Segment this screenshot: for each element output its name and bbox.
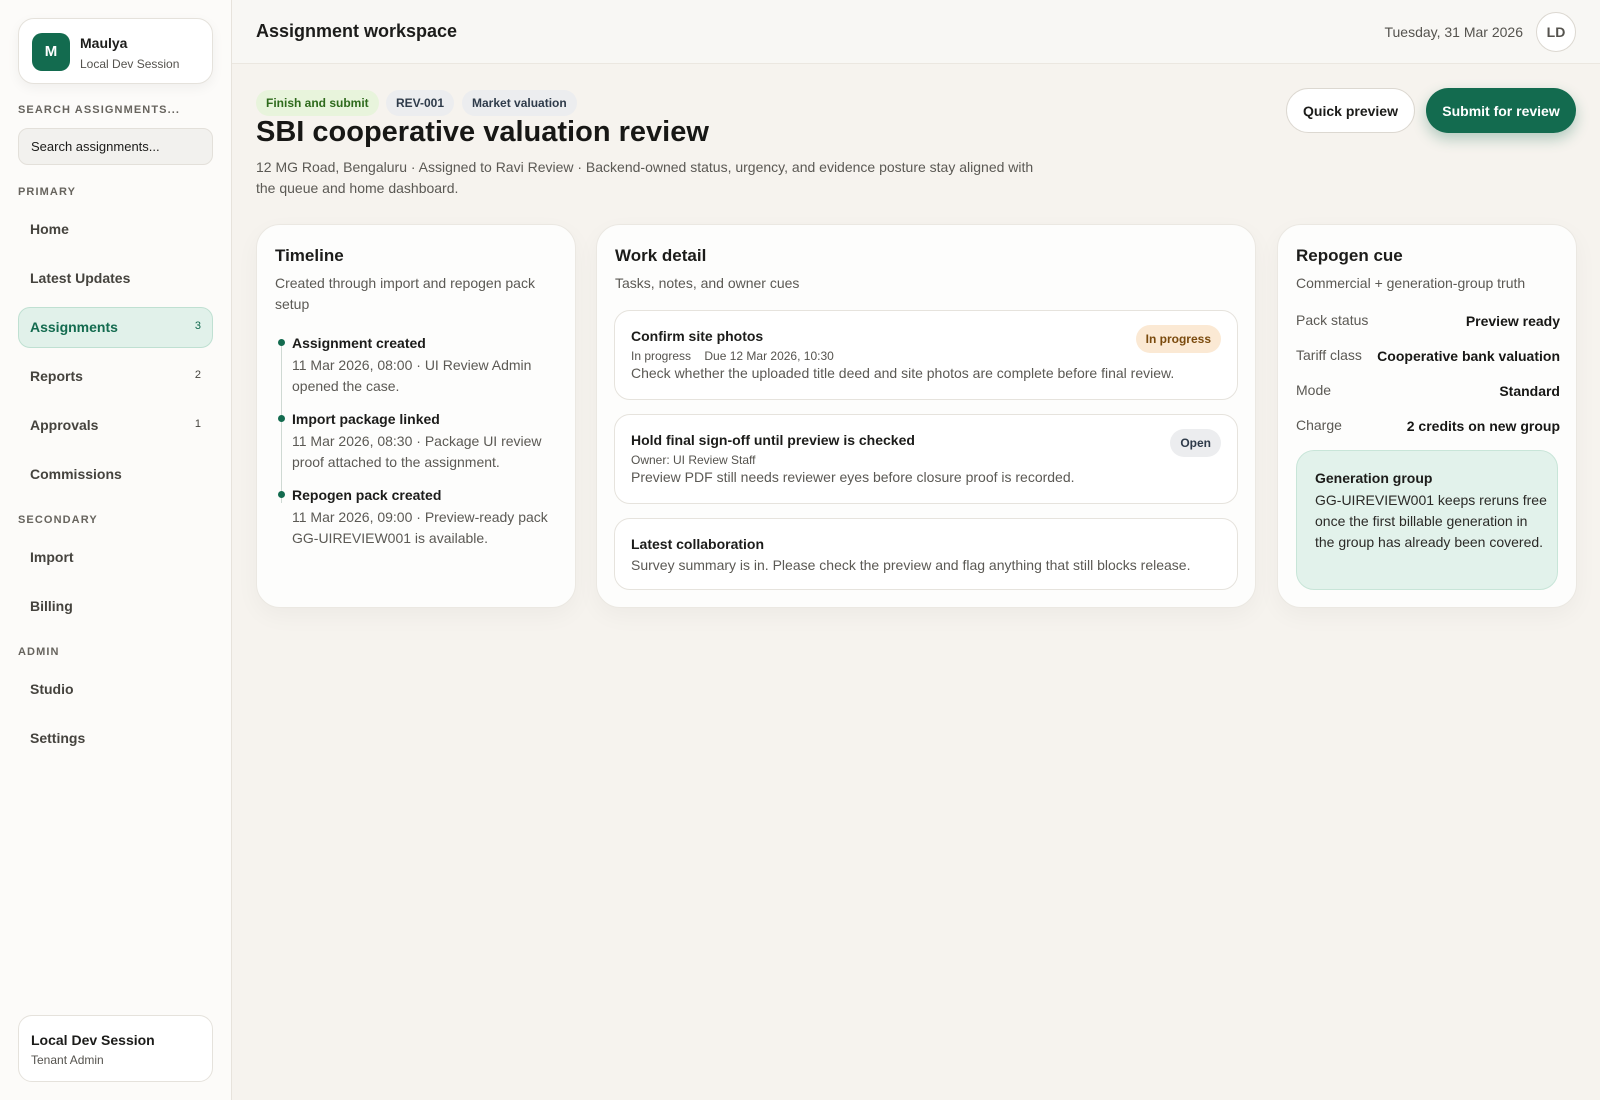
workspace-title: Assignment workspace <box>256 21 458 41</box>
sidebar-item-count: 2 <box>194 369 201 381</box>
card-subtitle: Tasks, notes, and owner cues <box>615 275 800 291</box>
sidebar-item-commissions[interactable]: Commissions <box>18 454 213 495</box>
submit-for-review-button[interactable]: Submit for review <box>1426 88 1576 133</box>
type-chip: Market valuation <box>462 90 577 116</box>
sidebar-item-home[interactable]: Home <box>18 209 213 250</box>
task-due-date: Due 12 Mar 2026, 10:30 <box>704 349 834 363</box>
task-title: Hold final sign-off until preview is che… <box>631 432 915 448</box>
mode-row: Mode Standard <box>1296 382 1560 402</box>
session-card[interactable]: Local Dev Session Tenant Admin <box>18 1015 213 1082</box>
task-title: Latest collaboration <box>631 536 765 552</box>
tariff-class-row: Tariff class Cooperative bank valuation <box>1296 347 1560 367</box>
card-title: Work detail <box>615 246 707 265</box>
timeline-card: Timeline Created through import and repo… <box>256 224 576 608</box>
primary-section-label: PRIMARY <box>18 186 77 198</box>
sidebar-item-label: Studio <box>30 681 74 697</box>
row-key: Mode <box>1296 382 1332 398</box>
sidebar-item-label: Assignments <box>30 319 118 335</box>
task-title: Confirm site photos <box>631 328 764 344</box>
sidebar-item-label: Billing <box>30 598 73 614</box>
timeline-event-title: Repogen pack created <box>292 487 442 503</box>
task-owner: Owner: UI Review Staff <box>631 453 756 467</box>
sidebar-item-label: Settings <box>30 730 86 746</box>
pack-status-row: Pack status Preview ready <box>1296 312 1560 332</box>
page-subtitle: 12 MG Road, Bengaluru · Assigned to Ravi… <box>256 159 1034 196</box>
task-status-text: In progress <box>631 349 692 363</box>
task-description: Check whether the uploaded title deed an… <box>631 365 1175 381</box>
timeline-event-body: 11 Mar 2026, 08:00 · UI Review Admin ope… <box>292 357 532 394</box>
profile-session: Local Dev Session <box>80 57 180 71</box>
collaboration-note[interactable]: Latest collaboration Survey summary is i… <box>614 518 1238 590</box>
sidebar-item-label: Approvals <box>30 417 99 433</box>
search-section-label: SEARCH ASSIGNMENTS... <box>18 104 181 116</box>
card-subtitle: Created through import and repogen pack … <box>275 275 535 312</box>
sidebar-item-label: Home <box>30 221 69 237</box>
status-badge: In progress <box>1135 325 1221 353</box>
sidebar-item-count: 1 <box>194 418 201 430</box>
session-role: Tenant Admin <box>31 1053 104 1067</box>
sidebar-item-studio[interactable]: Studio <box>18 669 213 710</box>
row-value: Standard <box>1499 383 1560 399</box>
row-value: Preview ready <box>1465 313 1560 329</box>
row-value: 2 credits on new group <box>1406 418 1560 434</box>
task-item[interactable]: Hold final sign-off until preview is che… <box>614 414 1238 504</box>
card-title: Timeline <box>275 246 344 265</box>
search-input[interactable] <box>18 128 213 165</box>
timeline-dot <box>278 339 285 346</box>
sidebar-item-assignments[interactable]: Assignments 3 <box>18 307 213 348</box>
work-detail-card: Work detail Tasks, notes, and owner cues… <box>596 224 1256 608</box>
callout-title: Generation group <box>1315 470 1433 486</box>
page-title: SBI cooperative valuation review <box>256 116 709 148</box>
user-avatar[interactable]: LD <box>1536 12 1576 52</box>
sidebar-item-latest-updates[interactable]: Latest Updates <box>18 258 213 299</box>
timeline-event-title: Assignment created <box>292 335 426 351</box>
sidebar-item-label: Latest Updates <box>30 270 131 286</box>
sidebar-item-label: Import <box>30 549 74 565</box>
secondary-section-label: SECONDARY <box>18 514 98 526</box>
timeline-event-body: 11 Mar 2026, 08:30 · Package UI review p… <box>292 433 542 470</box>
row-key: Tariff class <box>1296 347 1362 363</box>
row-value: Cooperative bank valuation <box>1377 348 1560 364</box>
row-key: Pack status <box>1296 312 1369 328</box>
charge-row: Charge 2 credits on new group <box>1296 417 1560 437</box>
quick-preview-button[interactable]: Quick preview <box>1286 88 1415 133</box>
sidebar-item-reports[interactable]: Reports 2 <box>18 356 213 397</box>
card-title: Repogen cue <box>1296 246 1403 265</box>
status-chip: Finish and submit <box>256 90 379 116</box>
topbar: Assignment workspace Tuesday, 31 Mar 202… <box>232 0 1600 64</box>
generation-group-callout: Generation group GG-UIREVIEW001 keeps re… <box>1296 450 1558 590</box>
sidebar: M Maulya Local Dev Session SEARCH ASSIGN… <box>0 0 232 1100</box>
sidebar-item-count: 3 <box>194 320 201 332</box>
sidebar-item-import[interactable]: Import <box>18 537 213 578</box>
callout-body: GG-UIREVIEW001 keeps reruns free once th… <box>1315 492 1547 550</box>
profile-name: Maulya <box>80 35 128 51</box>
task-meta: In progress Due 12 Mar 2026, 10:30 <box>631 349 834 363</box>
task-description: Survey summary is in. Please check the p… <box>631 557 1191 573</box>
admin-section-label: ADMIN <box>18 646 60 658</box>
sidebar-item-billing[interactable]: Billing <box>18 586 213 627</box>
timeline-line <box>281 343 282 503</box>
timeline-event-body: 11 Mar 2026, 09:00 · Preview-ready pack … <box>292 509 548 546</box>
reference-chip: REV-001 <box>386 90 455 116</box>
sidebar-item-settings[interactable]: Settings <box>18 718 213 759</box>
timeline-event-title: Import package linked <box>292 411 440 427</box>
timeline-dot <box>278 491 285 498</box>
repogen-cue-card: Repogen cue Commercial + generation-grou… <box>1277 224 1577 608</box>
session-title: Local Dev Session <box>31 1032 155 1048</box>
task-item[interactable]: Confirm site photos In progress Due 12 M… <box>614 310 1238 400</box>
status-badge: Open <box>1170 429 1221 457</box>
avatar: M <box>32 33 70 71</box>
sidebar-item-label: Commissions <box>30 466 122 482</box>
timeline-dot <box>278 415 285 422</box>
task-description: Preview PDF still needs reviewer eyes be… <box>631 469 1075 485</box>
current-date: Tuesday, 31 Mar 2026 <box>1384 24 1523 40</box>
sidebar-item-label: Reports <box>30 368 83 384</box>
profile-card[interactable]: M Maulya Local Dev Session <box>18 18 213 84</box>
row-key: Charge <box>1296 417 1342 433</box>
card-subtitle: Commercial + generation-group truth <box>1296 275 1526 291</box>
sidebar-item-approvals[interactable]: Approvals 1 <box>18 405 213 446</box>
